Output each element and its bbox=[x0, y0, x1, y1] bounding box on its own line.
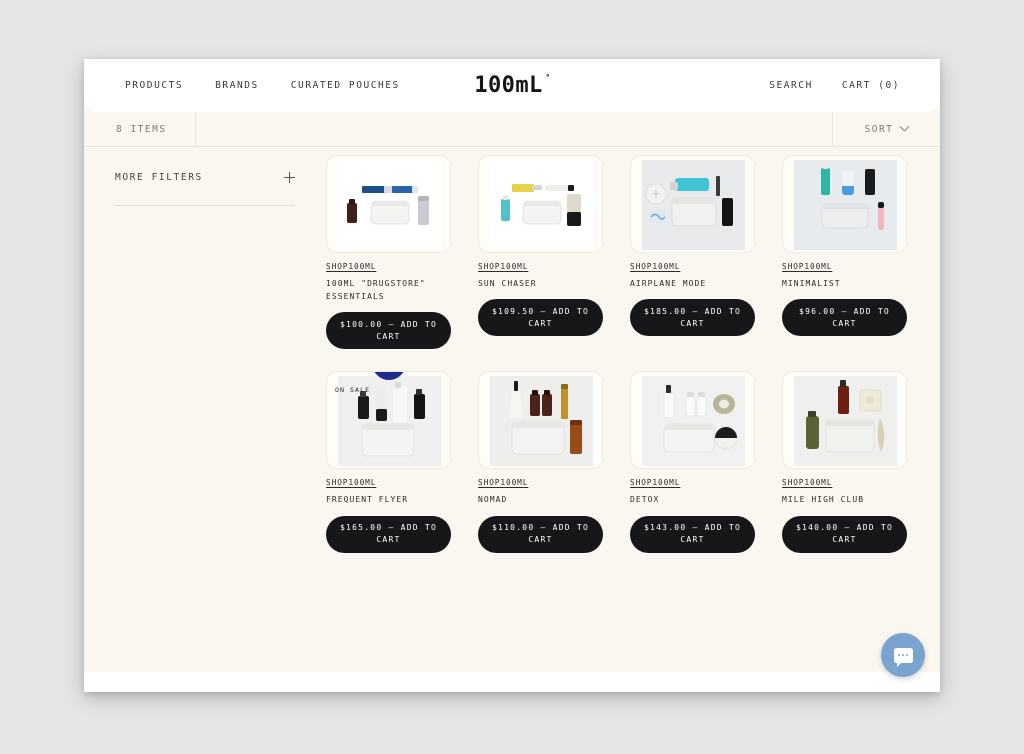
filters-sidebar: MORE FILTERS bbox=[84, 147, 326, 672]
add-to-cart-button[interactable]: $143.00 — ADD TO CART bbox=[630, 515, 755, 553]
product-name: FREQUENT FLYER bbox=[326, 495, 409, 505]
product-thumbnail[interactable] bbox=[478, 371, 603, 470]
browser-window: PRODUCTS BRANDS CURATED POUCHES 100mL ° S… bbox=[84, 59, 940, 692]
product-image-airplane-mode bbox=[642, 160, 745, 250]
chat-widget-button[interactable] bbox=[881, 633, 925, 677]
product-thumbnail[interactable] bbox=[478, 155, 603, 253]
product-shop-link[interactable]: SHOP100ML bbox=[478, 262, 528, 271]
top-navigation-bar: PRODUCTS BRANDS CURATED POUCHES 100mL ° S… bbox=[84, 59, 940, 112]
chat-dot bbox=[897, 653, 900, 657]
nav-link-products[interactable]: PRODUCTS bbox=[125, 80, 183, 91]
site-logo[interactable]: 100mL ° bbox=[474, 73, 550, 98]
product-shop-link[interactable]: SHOP100ML bbox=[326, 262, 376, 271]
add-to-cart-button[interactable]: $185.00 — ADD TO CART bbox=[630, 299, 755, 337]
add-to-cart-button[interactable]: $109.50 — ADD TO CART bbox=[478, 299, 603, 337]
product-thumbnail[interactable] bbox=[326, 155, 451, 253]
product-image-detox bbox=[642, 376, 745, 467]
add-to-cart-button[interactable]: $96.00 — ADD TO CART bbox=[782, 299, 907, 337]
sort-dropdown[interactable]: SORT bbox=[833, 112, 940, 146]
product-image-drugstore-essentials bbox=[338, 160, 441, 250]
product-shop-link[interactable]: SHOP100ML bbox=[326, 478, 376, 487]
product-name: DETOX bbox=[630, 495, 660, 505]
add-to-cart-button[interactable]: $165.00 — ADD TO CART bbox=[326, 515, 451, 553]
chat-dot bbox=[901, 653, 905, 657]
item-count: 8 ITEMS bbox=[84, 112, 196, 146]
product-thumbnail[interactable] bbox=[630, 155, 755, 253]
product-name: SUN CHASER bbox=[478, 279, 537, 288]
results-toolbar: 8 ITEMS SORT bbox=[84, 112, 940, 147]
product-thumbnail[interactable] bbox=[630, 371, 755, 470]
product-card[interactable]: SHOP100ML MINIMALIST $96.00 — ADD TO CAR… bbox=[782, 155, 907, 349]
utility-nav: SEARCH CART (0) bbox=[551, 80, 940, 91]
product-grid-container: SHOP100ML 100ML "DRUGSTORE" ESSENTIALS $… bbox=[326, 147, 940, 672]
product-shop-link[interactable]: SHOP100ML bbox=[782, 262, 832, 271]
site-logo-text: 100mL bbox=[474, 73, 543, 98]
chat-dot bbox=[906, 653, 909, 657]
more-filters-label: MORE FILTERS bbox=[115, 172, 203, 183]
cart-button[interactable]: CART (0) bbox=[842, 80, 900, 91]
chat-bubble-icon bbox=[893, 647, 913, 667]
product-image-mile-high-club bbox=[794, 376, 897, 467]
plus-icon bbox=[284, 172, 295, 183]
product-card[interactable]: SHOP100ML NOMAD $110.00 — ADD TO CART bbox=[478, 371, 603, 553]
sort-label: SORT bbox=[864, 123, 894, 135]
product-card[interactable]: SHOP100ML DETOX $143.00 — ADD TO CART bbox=[630, 371, 755, 553]
product-image-minimalist bbox=[794, 160, 897, 250]
product-name: 100ML "DRUGSTORE" ESSENTIALS bbox=[326, 279, 426, 302]
product-image-sun-chaser bbox=[490, 160, 593, 250]
search-button[interactable]: SEARCH bbox=[769, 80, 813, 91]
product-grid: SHOP100ML 100ML "DRUGSTORE" ESSENTIALS $… bbox=[326, 155, 920, 553]
product-name: NOMAD bbox=[478, 495, 508, 505]
product-name: MILE HIGH CLUB bbox=[782, 495, 865, 505]
product-card[interactable]: SHOP100ML MILE HIGH CLUB $140.00 — ADD T… bbox=[782, 371, 907, 553]
product-thumbnail[interactable]: ON SALE bbox=[326, 371, 451, 470]
add-to-cart-button[interactable]: $140.00 — ADD TO CART bbox=[782, 515, 907, 553]
product-image-nomad bbox=[490, 376, 593, 467]
product-card[interactable]: SHOP100ML 100ML "DRUGSTORE" ESSENTIALS $… bbox=[326, 155, 451, 350]
product-card[interactable]: SHOP100ML SUN CHASER $109.50 — ADD TO CA… bbox=[478, 155, 603, 349]
more-filters-toggle[interactable]: MORE FILTERS bbox=[115, 172, 295, 206]
catalog-content: MORE FILTERS SHOP100ML 100ML "DRUGSTORE"… bbox=[84, 147, 940, 672]
product-shop-link[interactable]: SHOP100ML bbox=[630, 262, 680, 271]
product-name: AIRPLANE MODE bbox=[630, 279, 707, 288]
product-thumbnail[interactable] bbox=[782, 155, 907, 253]
chevron-down-icon bbox=[899, 121, 910, 132]
product-shop-link[interactable]: SHOP100ML bbox=[478, 478, 528, 487]
site-footer: NEWSLETTER ABOUT THE SHOP INFO FOLLOW US bbox=[84, 672, 940, 692]
product-thumbnail[interactable] bbox=[782, 371, 907, 470]
add-to-cart-button[interactable]: $100.00 — ADD TO CART bbox=[326, 312, 451, 350]
add-to-cart-button[interactable]: $110.00 — ADD TO CART bbox=[478, 515, 603, 553]
product-card[interactable]: ON SALE SHOP100ML FREQUENT FLYER $165.00… bbox=[326, 371, 451, 553]
primary-nav: PRODUCTS BRANDS CURATED POUCHES bbox=[84, 80, 474, 91]
nav-link-curated-pouches[interactable]: CURATED POUCHES bbox=[291, 80, 400, 91]
product-shop-link[interactable]: SHOP100ML bbox=[782, 478, 832, 487]
product-name: MINIMALIST bbox=[782, 279, 841, 288]
logo-degree-mark: ° bbox=[545, 73, 551, 82]
product-shop-link[interactable]: SHOP100ML bbox=[630, 478, 680, 487]
toolbar-spacer bbox=[196, 112, 833, 146]
on-sale-badge-label: ON SALE bbox=[335, 386, 371, 395]
product-card[interactable]: SHOP100ML AIRPLANE MODE $185.00 — ADD TO… bbox=[630, 155, 755, 349]
nav-link-brands[interactable]: BRANDS bbox=[215, 80, 259, 91]
